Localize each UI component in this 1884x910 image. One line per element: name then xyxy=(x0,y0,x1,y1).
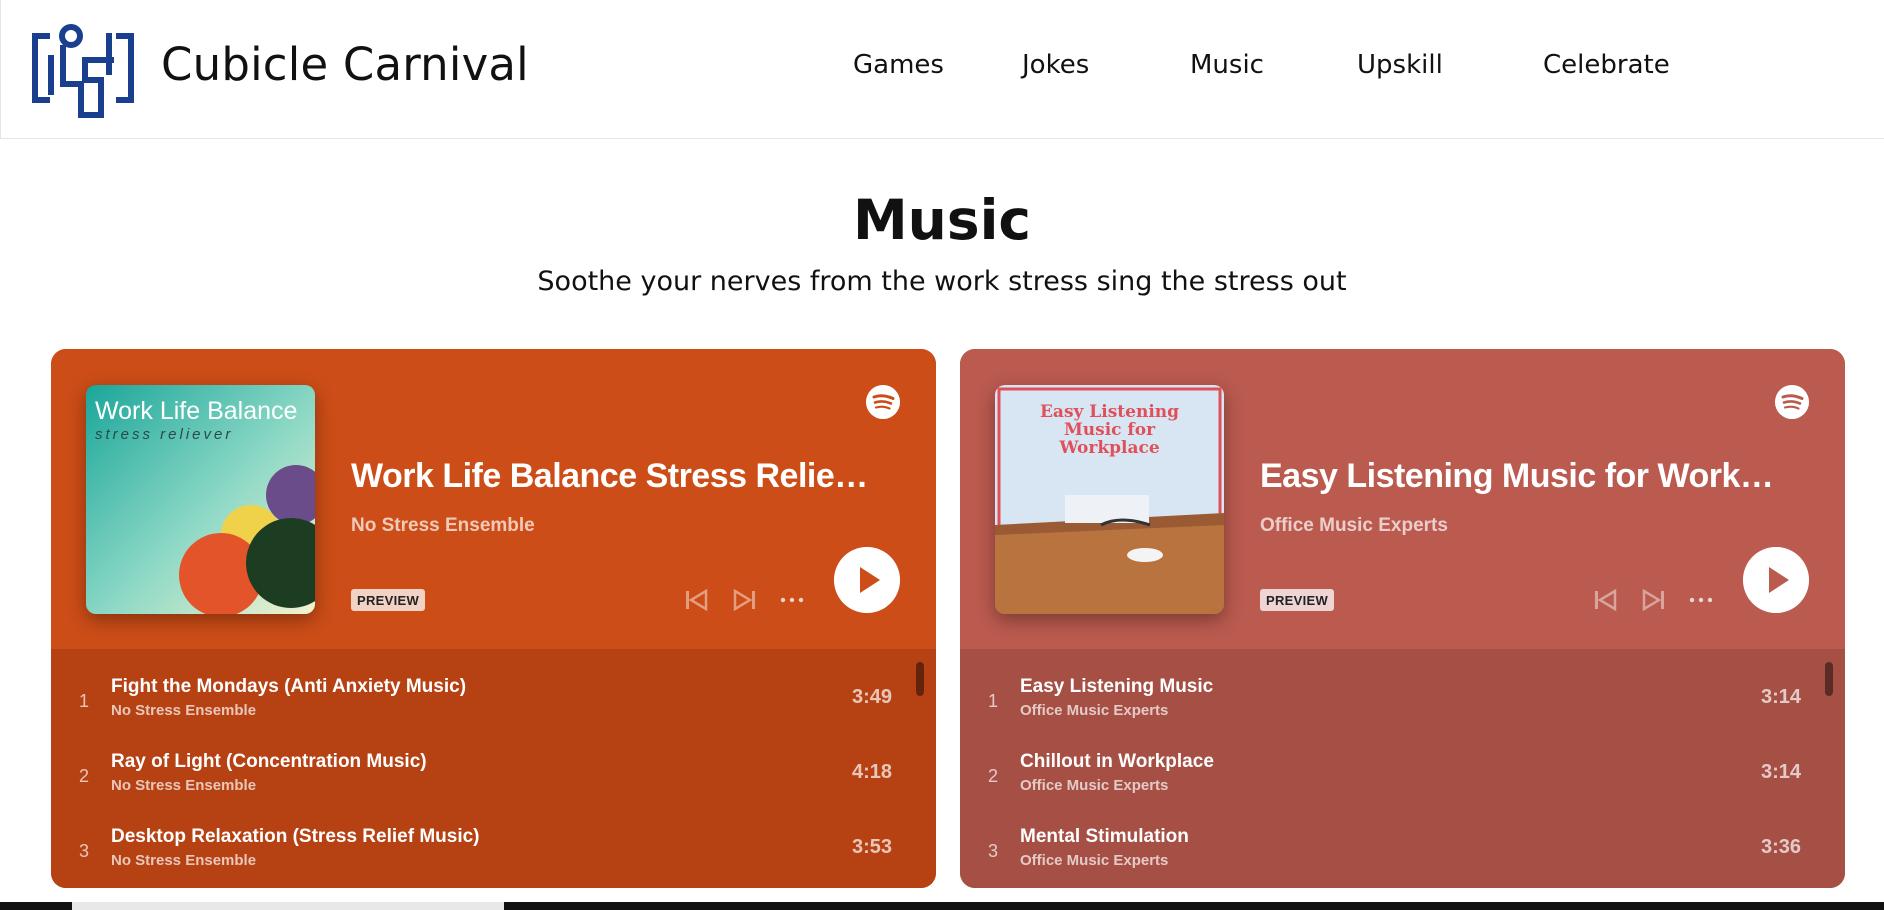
track-artist: Office Music Experts xyxy=(1020,702,1169,719)
track-duration: 3:53 xyxy=(851,836,892,858)
album-cover[interactable]: Easy Listening Music for Workplace xyxy=(995,385,1224,614)
brand-name[interactable]: Cubicle Carnival xyxy=(161,38,529,91)
nav-celebrate[interactable]: Celebrate xyxy=(1543,50,1670,80)
nav-upskill[interactable]: Upskill xyxy=(1357,50,1443,80)
horizontal-scrollbar[interactable] xyxy=(0,902,1884,910)
track-artist: No Stress Ensemble xyxy=(111,702,257,719)
logo-icon[interactable] xyxy=(29,22,137,120)
spotify-icon[interactable] xyxy=(866,385,900,419)
track-name: Desktop Relaxation (Stress Relief Music) xyxy=(111,826,480,847)
playlist-title[interactable]: Work Life Balance Stress Reliever xyxy=(351,457,881,496)
player-header: Work Life Balance stress reliever Work L… xyxy=(51,349,936,649)
page-title: Music xyxy=(852,188,1032,252)
playlist-artist[interactable]: Office Music Experts xyxy=(1260,515,1448,537)
nav-games[interactable]: Games xyxy=(853,50,944,80)
more-icon[interactable] xyxy=(779,587,805,613)
track-artist: No Stress Ensemble xyxy=(111,852,257,869)
track-number: 2 xyxy=(79,766,90,786)
track-row[interactable]: 3 Desktop Relaxation (Stress Relief Musi… xyxy=(51,799,936,869)
track-number: 3 xyxy=(988,841,999,861)
play-icon[interactable] xyxy=(834,547,900,613)
track-name: Ray of Light (Concentration Music) xyxy=(111,751,427,772)
track-artist: No Stress Ensemble xyxy=(111,777,257,794)
track-name: Easy Listening Music xyxy=(1020,676,1214,697)
preview-badge: PREVIEW xyxy=(1260,589,1335,611)
track-row[interactable]: 1 Fight the Mondays (Anti Anxiety Music)… xyxy=(51,649,936,719)
track-number: 1 xyxy=(79,691,90,711)
track-name: Chillout in Workplace xyxy=(1020,751,1214,772)
scrollbar-thumb[interactable] xyxy=(72,902,504,910)
track-number: 1 xyxy=(988,691,999,711)
track-name: Fight the Mondays (Anti Anxiety Music) xyxy=(111,676,467,697)
track-duration: 3:14 xyxy=(1760,761,1801,783)
track-artist: Office Music Experts xyxy=(1020,852,1169,869)
track-duration: 4:18 xyxy=(851,761,892,783)
spotify-icon[interactable] xyxy=(1775,385,1809,419)
track-list: 1 Fight the Mondays (Anti Anxiety Music)… xyxy=(51,649,936,888)
track-row[interactable]: 2 Chillout in Workplace Office Music Exp… xyxy=(960,724,1845,794)
album-cover[interactable]: Work Life Balance stress reliever xyxy=(86,385,315,614)
track-row[interactable]: 2 Ray of Light (Concentration Music) No … xyxy=(51,724,936,794)
track-number: 3 xyxy=(79,841,90,861)
player-header: Easy Listening Music for Workplace Easy … xyxy=(960,349,1845,649)
nav-music[interactable]: Music xyxy=(1190,50,1264,80)
track-name: Mental Stimulation xyxy=(1020,826,1189,847)
track-duration: 3:49 xyxy=(851,686,892,708)
playlist-title[interactable]: Easy Listening Music for Workplace xyxy=(1260,457,1790,496)
previous-icon[interactable] xyxy=(683,587,709,613)
previous-icon[interactable] xyxy=(1592,587,1618,613)
spotify-player-easy-listening: Easy Listening Music for Workplace Easy … xyxy=(960,349,1845,888)
site-header: Cubicle Carnival Games Jokes Music Upski… xyxy=(0,0,1884,139)
more-icon[interactable] xyxy=(1688,587,1714,613)
cover-title: Easy Listening Music for Workplace xyxy=(1039,403,1180,458)
play-icon[interactable] xyxy=(1743,547,1809,613)
next-icon[interactable] xyxy=(732,587,758,613)
nav-jokes[interactable]: Jokes xyxy=(1022,50,1089,80)
track-duration: 3:14 xyxy=(1760,686,1801,708)
cover-subtitle: stress reliever xyxy=(95,426,233,443)
playlist-artist[interactable]: No Stress Ensemble xyxy=(351,515,535,537)
track-artist: Office Music Experts xyxy=(1020,777,1169,794)
track-number: 2 xyxy=(988,766,999,786)
page-subtitle: Soothe your nerves from the work stress … xyxy=(537,266,1347,297)
next-icon[interactable] xyxy=(1641,587,1667,613)
track-duration: 3:36 xyxy=(1760,836,1801,858)
track-row[interactable]: 1 Easy Listening Music Office Music Expe… xyxy=(960,649,1845,719)
spotify-player-work-life-balance: Work Life Balance stress reliever Work L… xyxy=(51,349,936,888)
preview-badge: PREVIEW xyxy=(351,589,426,611)
track-row[interactable]: 3 Mental Stimulation Office Music Expert… xyxy=(960,799,1845,869)
cover-title: Work Life Balance xyxy=(95,397,297,425)
track-list: 1 Easy Listening Music Office Music Expe… xyxy=(960,649,1845,888)
